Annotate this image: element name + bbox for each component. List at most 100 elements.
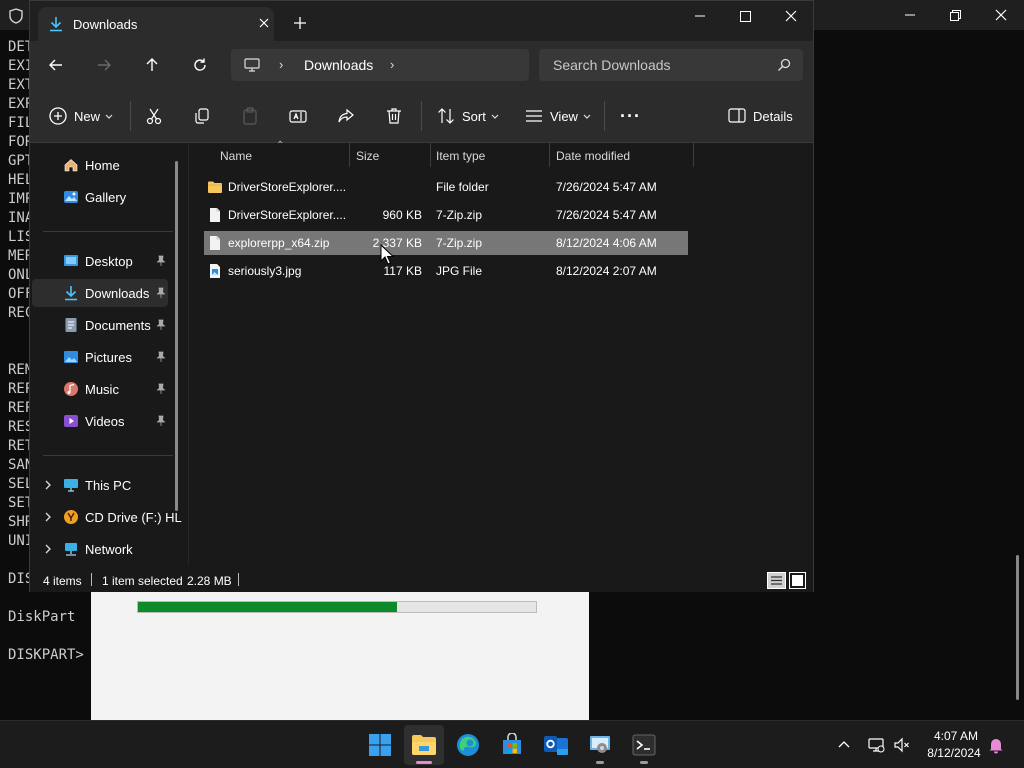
taskbar-outlook[interactable] <box>536 725 576 765</box>
column-header-type[interactable]: Item type <box>436 149 485 163</box>
status-bar: 4 items 1 item selected 2.28 MB <box>30 565 813 592</box>
windows-logo-icon <box>369 734 391 756</box>
sidebar-item-home[interactable]: Home <box>32 151 168 179</box>
volume-muted-icon[interactable] <box>893 736 911 754</box>
arrow-right-icon <box>98 59 111 71</box>
cut-button[interactable] <box>144 103 164 129</box>
notification-bell-icon[interactable] <box>988 736 1004 754</box>
pin-icon <box>156 383 166 394</box>
console-minimize-button[interactable] <box>887 0 933 30</box>
sidebar-item-desktop[interactable]: Desktop <box>32 247 168 275</box>
sidebar-item-downloads[interactable]: Downloads <box>32 279 168 307</box>
table-row[interactable]: DriverStoreExplorer.... File folder 7/26… <box>204 175 688 199</box>
sidebar-item-this-pc[interactable]: This PC <box>32 471 168 499</box>
image-file-icon <box>210 264 220 278</box>
taskbar-file-explorer[interactable] <box>404 725 444 765</box>
table-row[interactable]: DriverStoreExplorer.... 960 KB 7-Zip.zip… <box>204 203 688 227</box>
rename-button[interactable] <box>288 103 308 129</box>
view-button[interactable]: View <box>524 103 592 129</box>
taskbar-edge[interactable] <box>448 725 488 765</box>
address-box[interactable]: › Downloads › <box>231 49 529 81</box>
console-close-button[interactable] <box>978 0 1024 30</box>
column-header-size[interactable]: Size <box>356 149 379 163</box>
column-divider[interactable] <box>549 143 550 167</box>
clock-time[interactable]: 4:07 AM <box>926 729 986 743</box>
file-name: DriverStoreExplorer.... <box>228 180 347 194</box>
sidebar-label: Videos <box>85 414 125 429</box>
explorer-maximize-button[interactable] <box>722 1 768 31</box>
sidebar-item-network[interactable]: Network <box>32 535 168 563</box>
music-icon <box>64 382 78 396</box>
console-restore-button[interactable] <box>932 0 978 30</box>
sidebar-item-documents[interactable]: Documents <box>32 311 168 339</box>
chevron-up-icon[interactable] <box>836 737 852 753</box>
column-header-modified[interactable]: Date modified <box>556 149 630 163</box>
sidebar-item-videos[interactable]: Videos <box>32 407 168 435</box>
desktop-icon <box>64 255 78 266</box>
table-row[interactable]: explorerpp_x64.zip 2,337 KB 7-Zip.zip 8/… <box>204 231 688 255</box>
network-status-icon[interactable] <box>867 736 885 754</box>
column-divider[interactable] <box>693 143 694 167</box>
documents-icon <box>65 318 77 332</box>
active-indicator <box>416 761 432 764</box>
sidebar-item-music[interactable]: Music <box>32 375 168 403</box>
table-row[interactable]: seriously3.jpg 117 KB JPG File 8/12/2024… <box>204 259 688 283</box>
share-button[interactable] <box>336 103 356 129</box>
more-icon: ··· <box>620 105 641 126</box>
chevron-right-icon[interactable] <box>42 511 54 523</box>
explorer-minimize-button[interactable] <box>677 1 723 31</box>
new-tab-button[interactable] <box>291 15 309 33</box>
tab-downloads[interactable]: Downloads <box>38 7 274 41</box>
large-icons-view-button[interactable] <box>789 572 806 589</box>
item-count: 4 items <box>43 574 82 588</box>
taskbar-settings-app[interactable] <box>580 725 620 765</box>
new-label: New <box>74 108 101 124</box>
sidebar-item-gallery[interactable]: Gallery <box>32 183 168 211</box>
search-input[interactable]: Search Downloads <box>539 49 803 81</box>
refresh-button[interactable] <box>188 53 212 77</box>
plus-circle-icon <box>49 107 67 125</box>
file-type: JPG File <box>436 264 483 278</box>
search-icon <box>778 58 791 71</box>
details-pane-icon <box>728 108 746 123</box>
paste-button[interactable] <box>240 103 260 129</box>
explorer-close-button[interactable] <box>768 1 814 31</box>
breadcrumb-separator[interactable]: › <box>390 57 394 72</box>
console-scrollbar[interactable] <box>1016 555 1019 700</box>
sidebar-scrollbar[interactable] <box>175 161 178 511</box>
up-button[interactable] <box>140 53 164 77</box>
clock-date[interactable]: 8/12/2024 <box>922 746 986 760</box>
delete-button[interactable] <box>384 103 404 129</box>
sort-button[interactable]: Sort <box>436 103 500 129</box>
back-button[interactable] <box>44 53 68 77</box>
copy-button[interactable] <box>192 103 212 129</box>
tab-close-button[interactable] <box>256 16 272 32</box>
breadcrumb-separator[interactable]: › <box>279 57 283 72</box>
chevron-right-icon[interactable] <box>42 543 54 555</box>
more-options-button[interactable]: ··· <box>620 103 641 129</box>
chevron-right-icon[interactable] <box>42 479 54 491</box>
start-button[interactable] <box>360 725 400 765</box>
breadcrumb-downloads[interactable]: Downloads <box>304 57 373 73</box>
details-pane-button[interactable]: Details <box>728 103 793 129</box>
taskbar-terminal[interactable] <box>624 725 664 765</box>
details-view-icon <box>771 576 782 585</box>
pin-icon <box>156 255 166 266</box>
column-divider[interactable] <box>430 143 431 167</box>
file-type: 7-Zip.zip <box>436 236 483 250</box>
taskbar: 4:07 AM 8/12/2024 <box>0 720 1024 768</box>
taskbar-store[interactable] <box>492 725 532 765</box>
file-list: ⌃ Name Size Item type Date modified Driv… <box>189 140 813 565</box>
column-header-name[interactable]: Name <box>220 149 252 163</box>
sidebar-label: Downloads <box>85 286 150 301</box>
progress-dialog <box>91 592 589 720</box>
control-panel-icon <box>590 736 610 753</box>
sidebar-item-cd-drive[interactable]: CD Drive (F:) HL <box>32 503 182 531</box>
forward-button[interactable] <box>92 53 116 77</box>
column-divider[interactable] <box>349 143 350 167</box>
file-type: 7-Zip.zip <box>436 208 483 222</box>
new-button[interactable]: New <box>48 103 114 129</box>
sidebar-item-pictures[interactable]: Pictures <box>32 343 168 371</box>
details-view-button[interactable] <box>767 572 786 589</box>
